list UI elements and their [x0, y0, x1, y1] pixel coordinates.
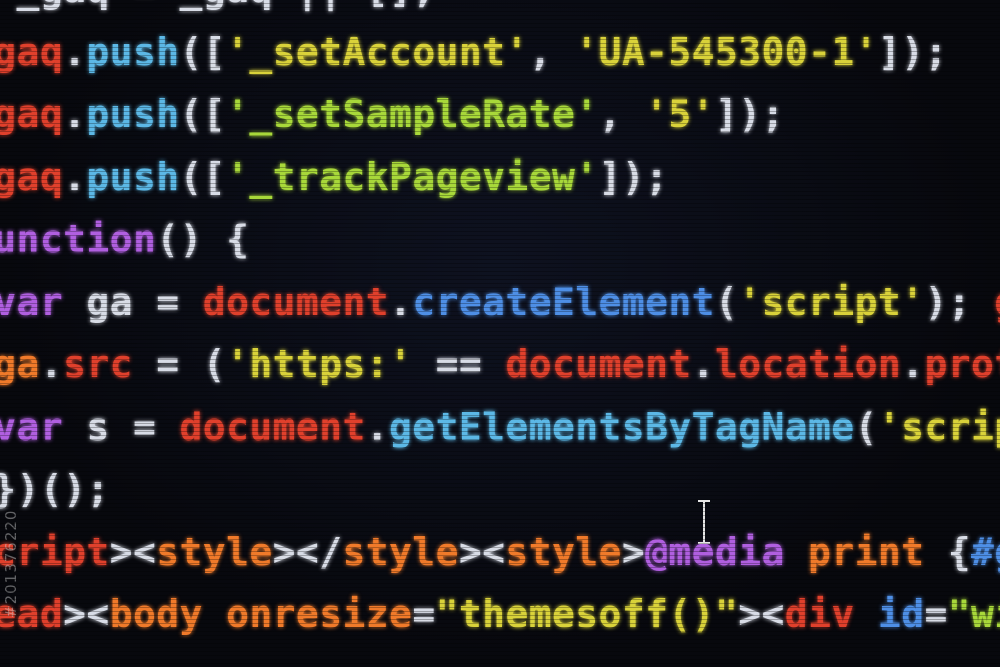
code-token: ><: [458, 529, 506, 574]
code-token: style: [156, 529, 273, 574]
code-token: document: [202, 279, 390, 324]
code-line[interactable]: var s = document.getElementsByTagName('s…: [0, 396, 1000, 459]
code-token: "wid: [947, 592, 1000, 636]
code-token: {: [924, 529, 971, 574]
code-line[interactable]: _gaq.push(['_setAccount', 'UA-545300-1']…: [0, 21, 1000, 84]
code-token: ]);: [877, 29, 948, 74]
code-token: #gh: [971, 529, 1000, 574]
cursor-cap-bottom: [698, 542, 710, 544]
code-token: ga =: [63, 279, 203, 324]
code-token: document: [505, 342, 692, 386]
stock-id-text: #201376220: [2, 509, 20, 618]
code-token: =: [412, 592, 436, 636]
code-token: _gaq: [0, 29, 64, 74]
code-token: div: [784, 592, 855, 636]
code-token: _gaq: [0, 92, 64, 136]
code-line[interactable]: function() {: [0, 208, 1000, 271]
code-token: 'UA-545300-1': [575, 29, 878, 74]
code-token: ==: [412, 342, 506, 386]
code-token: ([: [179, 29, 227, 74]
code-token: g: [994, 280, 1000, 324]
code-token: prot: [924, 342, 1000, 386]
code-token: body: [109, 592, 203, 636]
code-token: .: [39, 342, 64, 386]
code-token: () {: [156, 217, 250, 261]
code-token: ></: [272, 529, 343, 574]
code-token: .: [691, 342, 715, 386]
code-token: =: [924, 592, 948, 636]
code-token: .: [365, 404, 390, 449]
code-token: src: [63, 342, 133, 386]
code-token: (: [854, 404, 878, 449]
cursor-stem: [703, 502, 705, 542]
code-token: .: [901, 342, 925, 386]
code-token: push: [86, 154, 180, 199]
code-token: ,: [598, 92, 646, 136]
code-token: );: [924, 279, 995, 324]
code-line[interactable]: _gaq = _gaq || [];: [0, 0, 1000, 21]
code-token: ,: [528, 29, 576, 74]
code-token: ><: [738, 592, 785, 636]
code-line[interactable]: })();: [0, 458, 1000, 521]
code-token: push: [86, 29, 180, 74]
code-token: 'script': [738, 279, 925, 324]
text-cursor-icon: [696, 500, 712, 544]
code-editor-screen: _gaq = _gaq || [];_gaq.push(['_setAccoun…: [0, 0, 1000, 667]
code-token: ([: [179, 92, 227, 136]
code-token: location: [714, 342, 902, 386]
code-token: getElementsByTagName: [389, 404, 855, 449]
code-line[interactable]: _gaq.push(['_trackPageview']);: [0, 146, 1000, 209]
code-token: _gaq = _gaq || [];: [0, 0, 436, 11]
code-token: _gaq: [0, 154, 64, 199]
code-token: 'scrip: [877, 404, 1000, 449]
code-token: 'https:': [226, 342, 413, 386]
code-token: '_setAccount': [226, 29, 529, 74]
code-token: @media: [645, 529, 785, 574]
code-token: (: [714, 279, 739, 324]
code-token: .: [389, 279, 413, 324]
code-token: ([: [179, 154, 227, 199]
code-token: ]);: [714, 92, 785, 136]
code-token: style: [505, 529, 622, 574]
code-token: "themesoff()": [435, 592, 739, 636]
code-token: .: [63, 92, 87, 136]
code-line[interactable]: _gaq.push(['_setSampleRate', '5']);: [0, 83, 1000, 146]
code-token: ><: [109, 529, 157, 574]
code-line[interactable]: var ga = document.createElement('script'…: [0, 271, 1000, 334]
code-token: ga: [0, 342, 40, 386]
code-token: print: [784, 529, 925, 574]
code-line[interactable]: ga.src = ('https:' == document.location.…: [0, 333, 1000, 396]
code-token: ]);: [598, 154, 669, 199]
code-token: '_trackPageview': [226, 154, 599, 199]
code-token: style: [342, 529, 459, 574]
code-token: .: [63, 29, 87, 74]
code-token: >: [621, 529, 646, 574]
code-token: function: [0, 217, 157, 261]
code-token: createElement: [412, 279, 715, 324]
code-line[interactable]: script><style></style><style>@media prin…: [0, 521, 1000, 584]
code-token: onresize: [202, 592, 413, 636]
code-token: ><: [63, 592, 110, 636]
code-token: push: [86, 92, 180, 136]
code-token: .: [63, 154, 87, 199]
code-token: s =: [63, 404, 180, 449]
code-token: '_setSampleRate': [226, 92, 599, 136]
code-token: '5': [645, 92, 715, 136]
code-line[interactable]: head><body onresize="themesoff()"><div i…: [0, 583, 1000, 646]
code-token: var: [0, 279, 64, 324]
code-token: = (: [132, 342, 227, 386]
code-view[interactable]: _gaq = _gaq || [];_gaq.push(['_setAccoun…: [0, 0, 1000, 646]
code-token: id: [854, 592, 925, 636]
code-token: document: [179, 404, 366, 449]
